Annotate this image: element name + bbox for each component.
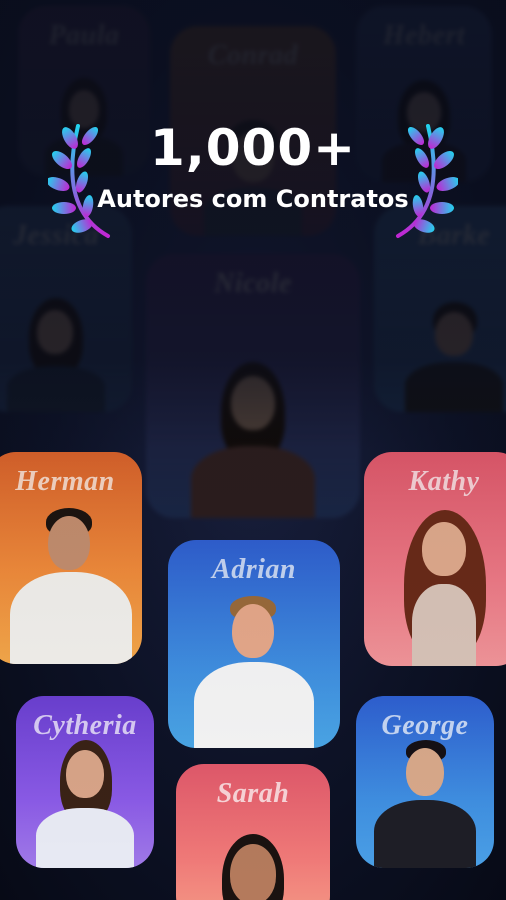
author-name: Conrad [207, 40, 299, 71]
app-screen: Paula Conrad Hebert Jessica Nicole Barke… [0, 0, 506, 900]
headline: 1,000+ Autores com Contratos [0, 118, 506, 216]
author-name: Kathy [408, 466, 480, 497]
author-name: Herman [15, 466, 115, 497]
author-card-kathy[interactable]: Kathy [364, 452, 506, 666]
author-name: Adrian [212, 554, 296, 585]
headline-subtitle: Autores com Contratos [97, 185, 409, 213]
author-card-adrian[interactable]: Adrian [168, 540, 340, 748]
author-name: Sarah [216, 778, 290, 809]
author-card-george[interactable]: George [356, 696, 494, 868]
author-name: Hebert [382, 20, 466, 51]
author-name: Paula [48, 20, 120, 51]
author-card-herman[interactable]: Herman [0, 452, 142, 664]
author-card-cytheria[interactable]: Cytheria [16, 696, 154, 868]
author-card-mid-center[interactable]: Nicole [146, 254, 360, 518]
author-count: 1,000+ [149, 119, 357, 177]
author-card-sarah[interactable]: Sarah [176, 764, 330, 900]
author-name: Nicole [214, 268, 292, 299]
